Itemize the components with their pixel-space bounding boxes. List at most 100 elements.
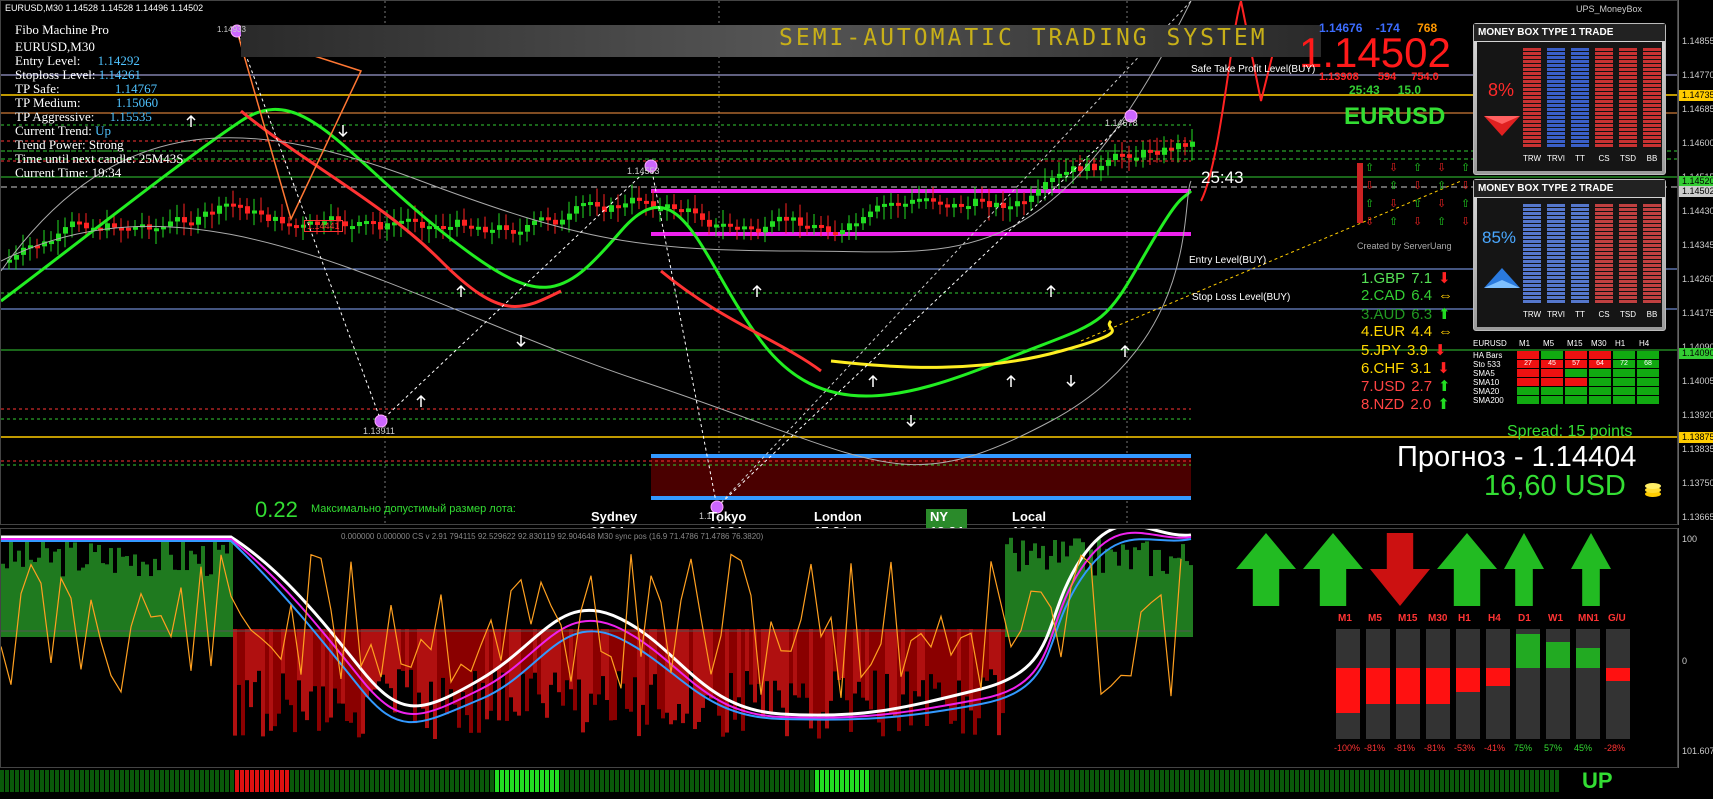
trend-strip-bar — [1000, 770, 1004, 792]
candle — [378, 222, 383, 230]
price-axis-tick: 1.14345 — [1682, 240, 1713, 250]
trend-strip-bar — [15, 770, 19, 792]
trend-strip-bar — [70, 770, 74, 792]
candle — [973, 198, 978, 207]
candle — [1078, 166, 1083, 171]
trend-strip-bar — [965, 770, 969, 792]
trend-strip-bar — [445, 770, 449, 792]
mtf-percent: -81% — [1364, 743, 1386, 753]
trend-strip-bar — [1150, 770, 1154, 792]
safe-tp-label: Safe Take Profit Level(BUY) — [1191, 64, 1316, 75]
ha-cell: 72 — [1613, 360, 1635, 368]
price-tag: 1.14090 — [1679, 348, 1713, 359]
candle — [686, 208, 691, 213]
trend-strip-bar — [980, 770, 984, 792]
money-box-1-title: MONEY BOX TYPE 1 TRADE — [1474, 24, 1665, 41]
trend-strip-bar — [705, 770, 709, 792]
ha-cell — [1541, 378, 1563, 386]
candle — [553, 219, 558, 225]
trend-strip-bar — [1005, 770, 1009, 792]
candle — [938, 201, 943, 205]
trend-strip-bar — [280, 770, 284, 792]
mtf-percent: -100% — [1334, 743, 1361, 753]
ha-cell — [1613, 351, 1635, 359]
histogram-bar — [25, 538, 29, 637]
mtf-bar-fill — [1396, 668, 1420, 705]
histogram-bar — [777, 629, 781, 691]
trend-strip-bar — [1145, 770, 1149, 792]
trend-strip-bar — [165, 770, 169, 792]
candle — [791, 217, 796, 221]
trend-strip-bar — [565, 770, 569, 792]
trend-strip-bar — [685, 770, 689, 792]
trend-strip-bar — [1385, 770, 1389, 792]
histogram-bar — [797, 629, 801, 698]
candle — [910, 199, 915, 204]
mtf-label: MN1 — [1578, 613, 1600, 624]
histogram-bar — [21, 566, 25, 637]
trend-strip-bar — [1335, 770, 1339, 792]
histogram-bar — [697, 629, 701, 722]
sub-indicator-panel[interactable]: 0.000000 0.000000 CS v 2.91 794115 92.52… — [0, 528, 1678, 768]
trend-strip-bar — [155, 770, 159, 792]
trend-strip-bar — [405, 770, 409, 792]
stoploss-value: 1.14261 — [98, 67, 142, 82]
trend-strip-bar — [415, 770, 419, 792]
trend-strip-bar — [35, 770, 39, 792]
trend-strip-bar — [345, 770, 349, 792]
trend-strip-bar — [1360, 770, 1364, 792]
candle — [1190, 141, 1195, 147]
histogram-bar — [417, 629, 421, 693]
ha-cell: 57 — [1565, 360, 1587, 368]
mtf-arrows — [1236, 533, 1611, 606]
price-axis-tick: 1.14600 — [1682, 138, 1713, 148]
histogram-bar — [1141, 542, 1145, 637]
trend-strip-bar — [185, 770, 189, 792]
candle — [476, 226, 481, 230]
trend-strip-bar — [110, 770, 114, 792]
trend-strip-bar — [1290, 770, 1294, 792]
histogram-bar — [557, 629, 561, 693]
mtf-percent: -81% — [1394, 743, 1416, 753]
candle — [805, 225, 810, 229]
candle — [371, 221, 376, 225]
trend-strip-bar — [180, 770, 184, 792]
tpmedium-value: 1.15060 — [115, 95, 159, 110]
trend-value: Up — [95, 123, 112, 138]
mtf-label: M15 — [1398, 613, 1418, 624]
up-arrow-icon: ⇧ — [1413, 198, 1422, 210]
trend-strip-bar — [1120, 770, 1124, 792]
trend-strip-bar — [985, 770, 989, 792]
histogram-bar — [209, 574, 213, 637]
trend-strip-bar — [1465, 770, 1469, 792]
trend-strip-bar — [1500, 770, 1504, 792]
up-arrow-icon: ⇧ — [1365, 198, 1374, 210]
current-time-value: 19:34 — [91, 165, 122, 180]
trend-strip-bar — [595, 770, 599, 792]
histogram-bar — [429, 629, 433, 682]
trend-strip-bar — [575, 770, 579, 792]
ha-header: M15 — [1567, 339, 1583, 348]
trend-strip-bar — [1430, 770, 1434, 792]
trend-strip-bar — [1050, 770, 1054, 792]
candle — [518, 231, 523, 235]
main-chart[interactable]: EURUSD,M30 1.14528 1.14528 1.14496 1.145… — [0, 0, 1678, 539]
trend-strip-bar — [1045, 770, 1049, 792]
down-arrow-icon: ⇩ — [1413, 180, 1422, 192]
red-price-tag: 1.14441 — [304, 220, 343, 232]
system-title: SEMI-AUTOMATIC TRADING SYSTEM — [779, 25, 1268, 51]
trend-strip-bar — [845, 770, 849, 792]
trend-strip-bar — [1390, 770, 1394, 792]
histogram-bar — [321, 629, 325, 687]
trend-strip-bar — [175, 770, 179, 792]
currency-row: 2.CAD 6.4 ⇔ — [1361, 287, 1454, 304]
trend-strip-bar — [365, 770, 369, 792]
histogram-bar — [513, 629, 517, 712]
up-arrow-icon: ⬆ — [1438, 306, 1451, 323]
candle — [546, 217, 551, 221]
trend-strip-bar — [1395, 770, 1399, 792]
candle — [231, 203, 236, 207]
candle — [1057, 173, 1062, 179]
trend-strip-bar — [315, 770, 319, 792]
trend-strip-bar — [1130, 770, 1134, 792]
